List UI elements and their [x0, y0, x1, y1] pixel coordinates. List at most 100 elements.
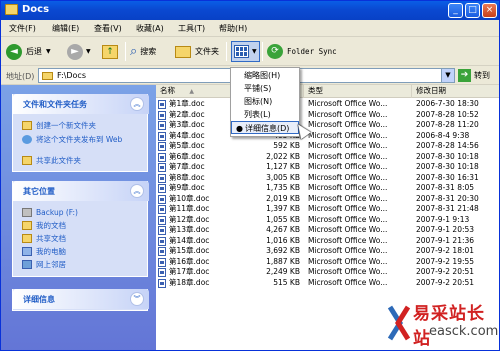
table-row[interactable]: 第13章.doc 4,267 KB Microsoft Office Wo... 20… — [156, 225, 499, 236]
place-shared-documents[interactable]: 共享文档 — [22, 234, 66, 243]
cell-name: 第13章.doc — [169, 225, 210, 234]
places-panel-header[interactable]: 其它位置 ︽ — [13, 181, 149, 201]
menu-help[interactable]: 帮助(H) — [219, 23, 247, 34]
cell-modified: 2007-9-1 21:36 — [416, 235, 475, 245]
view-list[interactable]: 列表(L) — [231, 108, 299, 121]
cell-type: Microsoft Office Wo... — [308, 277, 388, 287]
search-label: 搜索 — [140, 47, 157, 56]
table-row[interactable]: 第15章.doc 3,692 KB Microsoft Office Wo... 20… — [156, 246, 499, 257]
cell-modified: 2007-9-1 9:13 — [416, 214, 470, 224]
window-title: Docs — [22, 4, 50, 15]
place-my-documents[interactable]: 我的文档 — [22, 221, 66, 230]
expand-icon[interactable]: ︾ — [130, 292, 144, 306]
cell-modified: 2007-9-2 18:01 — [416, 246, 475, 255]
up-folder-button[interactable]: ↑ — [102, 41, 118, 62]
table-row[interactable]: 第6章.doc 2,022 KB Microsoft Office Wo... 200… — [156, 152, 499, 163]
view-details[interactable]: ● 详细信息(D) — [231, 121, 299, 134]
task-share-folder[interactable]: 共享此文件夹 — [22, 156, 81, 165]
folders-button[interactable]: 文件夹 — [175, 41, 219, 62]
table-row[interactable]: 第1章.doc Microsoft Office Wo... 2006-7-30 1… — [156, 99, 499, 110]
cell-type: Microsoft Office Wo... — [308, 246, 388, 255]
views-button[interactable]: ▼ — [231, 41, 260, 62]
word-doc-icon — [158, 278, 166, 288]
view-details-label: 详细信息(D) — [245, 124, 290, 133]
table-row[interactable]: 第8章.doc 3,005 KB Microsoft Office Wo... 200… — [156, 173, 499, 184]
table-row[interactable]: 第14章.doc 1,016 KB Microsoft Office Wo... 20… — [156, 236, 499, 247]
chevron-down-icon: ▼ — [46, 48, 51, 55]
forward-button[interactable]: ► ▼ — [67, 41, 91, 62]
drive-icon — [22, 208, 32, 217]
table-row[interactable]: 第3章.doc Microsoft Office Wo... 2007-8-28 1… — [156, 120, 499, 131]
cell-name: 第12章.doc — [169, 214, 210, 224]
table-row[interactable]: 第5章.doc 592 KB Microsoft Office Wo... 2007-… — [156, 141, 499, 152]
task-publish-web-label: 将这个文件夹发布到 Web — [36, 135, 123, 144]
table-row[interactable]: 第9章.doc 1,735 KB Microsoft Office Wo... 200… — [156, 183, 499, 194]
table-row[interactable]: 第4章.doc405 KBMicrosoft Office Wo...2006-… — [156, 131, 499, 142]
word-doc-icon — [158, 268, 166, 277]
col-type[interactable]: 类型 — [304, 85, 412, 98]
menu-tools[interactable]: 工具(T) — [178, 23, 205, 34]
places-panel-title: 其它位置 — [23, 187, 55, 196]
table-row[interactable]: 第7章.doc 1,127 KB Microsoft Office Wo... 200… — [156, 162, 499, 173]
cell-name: 第15章.doc — [169, 246, 210, 255]
cell-size: 1,055 KB — [266, 214, 300, 224]
computer-icon — [22, 247, 32, 256]
cell-size: 2,249 KB — [266, 267, 300, 276]
task-publish-web[interactable]: 将这个文件夹发布到 Web — [22, 135, 132, 144]
search-button[interactable]: ⌕ 搜索 — [130, 41, 156, 62]
menu-file[interactable]: 文件(F) — [9, 23, 36, 34]
address-value: F:\Docs — [57, 71, 86, 80]
sort-asc-icon: ▲ — [189, 88, 195, 95]
menu-edit[interactable]: 编辑(E) — [52, 23, 79, 34]
folder-sync-button[interactable]: ⟳ Folder Sync — [267, 41, 337, 62]
table-row[interactable]: 第10章.doc 2,019 KB Microsoft Office Wo... 20… — [156, 194, 499, 205]
word-doc-icon — [158, 226, 166, 235]
back-arrow-icon: ◄ — [6, 43, 22, 60]
details-panel-header[interactable]: 详细信息 ︾ — [13, 289, 149, 309]
place-my-computer[interactable]: 我的电脑 — [22, 247, 66, 256]
shared-documents-icon — [22, 234, 32, 243]
table-row[interactable]: 第18章.doc 515 KB Microsoft Office Wo... 2007… — [156, 278, 499, 289]
chevron-down-icon: ▼ — [252, 48, 257, 55]
toolbar-separator — [125, 42, 126, 61]
go-arrow-icon: ➔ — [458, 69, 471, 82]
places-panel: 其它位置 ︽ Backup (F:) 我的文档 共享文档 我的电脑 网上邻居 — [12, 181, 149, 277]
table-row[interactable]: 第11章.doc 1,397 KB Microsoft Office Wo... 20… — [156, 204, 499, 215]
go-label: 转到 — [474, 71, 490, 80]
view-tiles[interactable]: 平铺(S) — [231, 82, 299, 95]
folder-icon — [42, 72, 53, 80]
search-icon: ⌕ — [130, 44, 138, 59]
task-new-folder[interactable]: 创建一个新文件夹 — [22, 121, 96, 130]
watermark: 易采站长站 easck.com — [384, 297, 499, 350]
go-button[interactable]: ➔ 转到 — [458, 68, 490, 83]
table-row[interactable]: 第2章.doc Microsoft Office Wo... 2007-8-28 1… — [156, 110, 499, 121]
toolbar-separator — [226, 42, 227, 61]
table-row[interactable]: 第17章.doc 2,249 KB Microsoft Office Wo... 20… — [156, 267, 499, 278]
word-doc-icon — [158, 184, 166, 193]
place-network[interactable]: 网上邻居 — [22, 260, 66, 269]
cell-name: 第18章.doc — [169, 277, 210, 287]
collapse-icon[interactable]: ︽ — [130, 184, 144, 198]
maximize-button[interactable]: □ — [465, 3, 480, 18]
table-row[interactable]: 第16章.doc 1,887 KB Microsoft Office Wo... 20… — [156, 257, 499, 268]
cell-type: Microsoft Office Wo... — [308, 120, 388, 129]
col-modified[interactable]: 修改日期 — [412, 85, 499, 98]
collapse-icon[interactable]: ︽ — [130, 97, 144, 111]
table-row[interactable]: 第12章.doc 1,055 KB Microsoft Office Wo... 20… — [156, 215, 499, 226]
menu-favorites[interactable]: 收藏(A) — [136, 23, 164, 34]
place-backup-drive[interactable]: Backup (F:) — [22, 208, 78, 217]
cell-size: 1,887 KB — [266, 256, 300, 266]
place-my-documents-label: 我的文档 — [36, 221, 66, 230]
menu-view[interactable]: 查看(V) — [94, 23, 122, 34]
word-doc-icon — [158, 163, 166, 172]
tasks-panel-header[interactable]: 文件和文件夹任务 ︽ — [13, 94, 149, 114]
minimize-button[interactable]: _ — [448, 3, 463, 18]
address-dropdown-button[interactable]: ▼ — [441, 69, 454, 82]
cell-type: Microsoft Office Wo... — [308, 141, 388, 150]
back-button[interactable]: ◄ 后退 ▼ — [6, 41, 51, 62]
view-icons[interactable]: 图标(N) — [231, 95, 299, 108]
close-button[interactable]: × — [482, 3, 497, 18]
cell-type: Microsoft Office Wo... — [308, 256, 388, 266]
cell-name: 第17章.doc — [169, 267, 210, 276]
view-thumbnails[interactable]: 缩略图(H) — [231, 69, 299, 82]
